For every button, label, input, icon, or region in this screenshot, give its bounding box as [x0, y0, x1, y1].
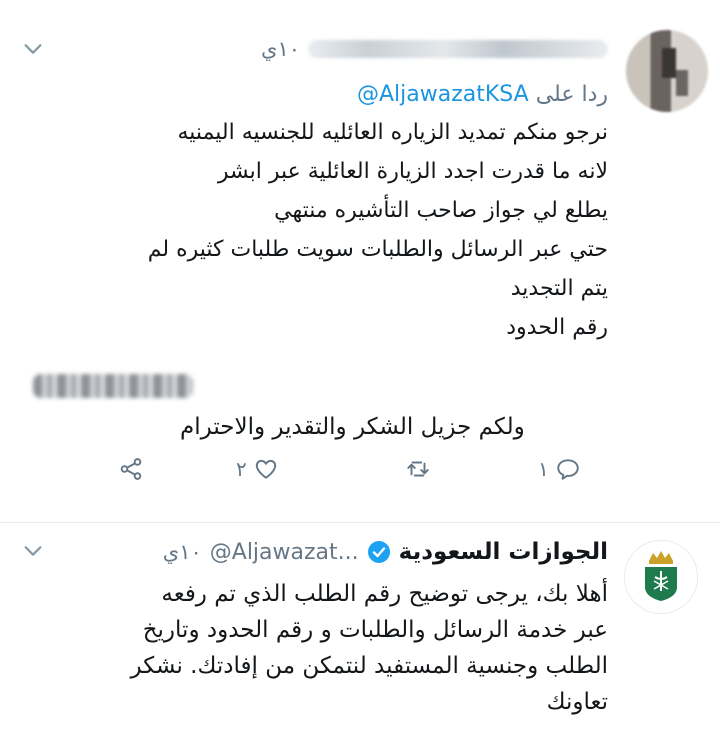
like-action[interactable]: ٢: [236, 456, 279, 482]
tweet-actions: ١ ٢: [0, 456, 720, 496]
reply-prefix: ردا على: [535, 82, 608, 107]
tweet-timestamp[interactable]: ١٠ي: [261, 37, 300, 61]
user-avatar[interactable]: [626, 30, 708, 112]
mention-link[interactable]: @AljawazatKSA: [357, 82, 529, 107]
tweet-header: الجوازات السعودية @Aljawazat... ١٠ي: [163, 535, 608, 569]
chevron-down-icon[interactable]: [22, 38, 44, 60]
tweet-text-line: يتم التجديد: [510, 276, 608, 301]
heart-icon[interactable]: [253, 456, 279, 482]
account-avatar[interactable]: [624, 540, 698, 614]
reply-count: ١: [538, 457, 549, 481]
tweet-text-line: رقم الحدود: [506, 315, 608, 340]
tweet-text-line: أهلا بك، يرجى توضيح رقم الطلب الذي تم رف…: [161, 581, 608, 607]
tweet-closing-line: ولكم جزيل الشكر والتقدير والاحترام: [180, 414, 525, 440]
reply-icon[interactable]: [555, 456, 581, 482]
jawazat-emblem-icon: [645, 551, 677, 601]
tweet-text: نرجو منكم تمديد الزياره العائليه للجنسيه…: [28, 113, 608, 347]
tweet-header: ١٠ي: [261, 35, 608, 63]
tweet-text-line: لانه ما قدرت اجدد الزيارة العائلية عبر ا…: [217, 159, 608, 184]
share-action[interactable]: [118, 456, 144, 482]
like-count: ٢: [236, 457, 247, 481]
reply-tweet[interactable]: ١٠ي ردا على @AljawazatKSA نرجو منكم تمدي…: [0, 0, 720, 522]
tweet-text-line: عبر خدمة الرسائل والطلبات و رقم الحدود و…: [142, 617, 608, 643]
redacted-username: [308, 40, 608, 58]
tweet-text-line: تعاونك: [546, 689, 608, 715]
account-handle[interactable]: @Aljawazat...: [210, 540, 359, 565]
tweet-text-line: يطلع لي جواز صاحب التأشيره منتهي: [274, 198, 608, 223]
share-icon[interactable]: [118, 456, 144, 482]
replying-to: ردا على @AljawazatKSA: [357, 82, 608, 107]
account-name[interactable]: الجوازات السعودية: [399, 539, 608, 565]
tweet-text-line: نرجو منكم تمديد الزياره العائليه للجنسيه…: [177, 120, 609, 145]
tweet-text-line: الطلب وجنسية المستفيد لنتمكن من إفادتك. …: [130, 653, 608, 679]
retweet-icon[interactable]: [405, 456, 431, 482]
tweet-timestamp[interactable]: ١٠ي: [163, 540, 202, 564]
chevron-down-icon[interactable]: [22, 540, 44, 562]
avatar-pixel: [662, 48, 676, 78]
avatar-pixel: [676, 70, 688, 96]
verified-badge-icon: [367, 541, 390, 563]
reply-action[interactable]: ١: [538, 456, 581, 482]
retweet-action[interactable]: [405, 456, 431, 482]
tweet-text: أهلا بك، يرجى توضيح رقم الطلب الذي تم رف…: [23, 576, 608, 720]
tweet-text-line: حتي عبر الرسائل والطلبات سويت طلبات كثير…: [147, 237, 608, 262]
redacted-border-number: [33, 374, 193, 398]
